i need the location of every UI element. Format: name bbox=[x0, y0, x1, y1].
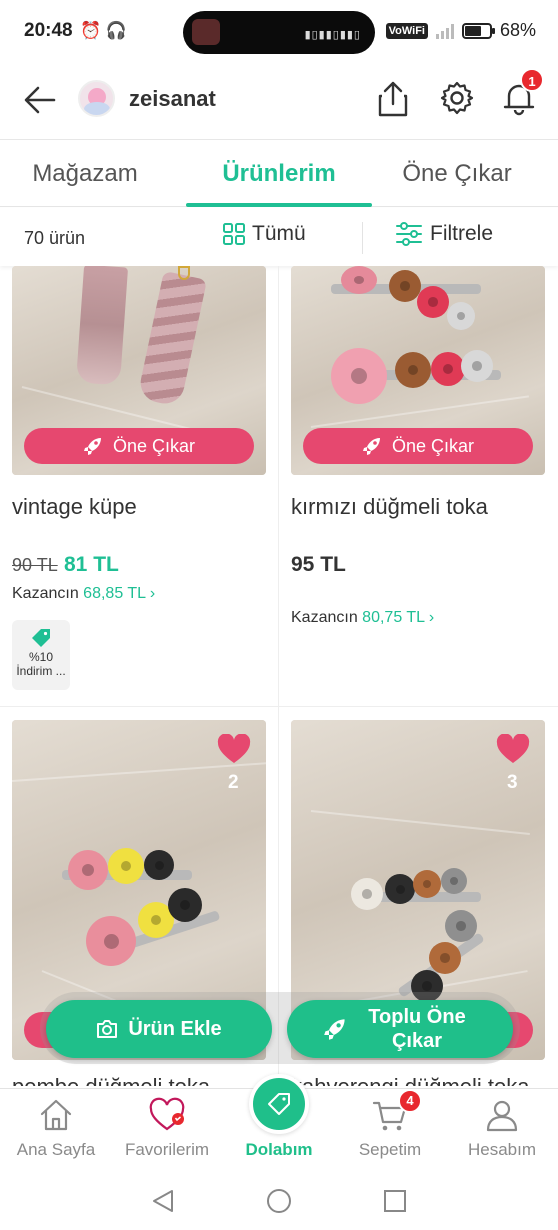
signal-icon bbox=[435, 23, 454, 39]
nav-account[interactable]: Hesabım bbox=[446, 1089, 558, 1169]
product-count: 70 ürün bbox=[24, 228, 86, 248]
rocket-icon bbox=[362, 438, 380, 455]
row-divider bbox=[0, 706, 558, 707]
system-back-icon[interactable] bbox=[150, 1188, 176, 1214]
camera-icon bbox=[97, 1020, 118, 1038]
earring-hook bbox=[178, 266, 190, 280]
back-arrow-icon[interactable] bbox=[22, 82, 58, 118]
earning-info[interactable]: Kazancın 68,85 TL › bbox=[12, 585, 155, 603]
nav-home[interactable]: Ana Sayfa bbox=[0, 1089, 112, 1169]
product-title[interactable]: kırmızı düğmeli toka bbox=[291, 494, 488, 520]
rocket-icon bbox=[83, 438, 101, 455]
bulk-promote-button[interactable]: Toplu Öne Çıkar bbox=[287, 1000, 513, 1058]
active-tab-indicator bbox=[186, 203, 372, 207]
closet-center-button[interactable] bbox=[249, 1074, 309, 1134]
status-bar: 20:48 ⏰ 🎧 ▮▯▮▮▯▮▮▯ VoWiFi 68% bbox=[0, 0, 558, 64]
price: 95 TL bbox=[291, 553, 346, 576]
discounted-price: 81 TL bbox=[64, 553, 119, 576]
status-right: VoWiFi 68% bbox=[385, 20, 536, 41]
battery-icon bbox=[461, 22, 495, 39]
app-bar: zeisanat 1 bbox=[0, 64, 558, 140]
product-title[interactable]: kahverengi düğmeli toka bbox=[291, 1074, 529, 1086]
product-title[interactable]: pembe düğmeli toka bbox=[12, 1074, 210, 1086]
notification-count-badge: 1 bbox=[520, 68, 544, 92]
home-icon bbox=[40, 1099, 72, 1131]
add-product-button[interactable]: Ürün Ekle bbox=[46, 1000, 272, 1058]
nav-cart[interactable]: 4 Sepetim bbox=[334, 1089, 446, 1169]
grid-icon bbox=[223, 223, 245, 245]
divider bbox=[362, 222, 363, 254]
heart-icon bbox=[149, 1097, 185, 1131]
vowifi-badge: VoWiFi bbox=[385, 22, 428, 39]
favorite-heart-icon[interactable] bbox=[496, 734, 530, 764]
rocket-icon bbox=[324, 1019, 345, 1040]
filter-label: Filtrele bbox=[430, 222, 494, 245]
column-divider bbox=[278, 266, 279, 1086]
filter-bar: 70 ürün Tümü Filtrele bbox=[0, 208, 558, 266]
dynamic-island: ▮▯▮▮▯▮▮▯ bbox=[183, 11, 375, 54]
tag-icon bbox=[268, 1093, 290, 1115]
all-categories-button[interactable]: Tümü bbox=[222, 222, 306, 246]
audio-wave-icon: ▮▯▮▮▯▮▮▯ bbox=[304, 29, 361, 41]
earring-left bbox=[75, 266, 129, 386]
tab-one-cikar[interactable]: Öne Çıkar bbox=[372, 141, 542, 207]
product-grid: Öne Çıkar vintage küpe 90 TL 81 TL Kazan… bbox=[0, 266, 558, 1086]
system-navigation bbox=[0, 1170, 558, 1230]
battery-percent: 68% bbox=[499, 20, 536, 40]
price-tag-icon bbox=[32, 629, 50, 647]
filter-sliders-icon bbox=[396, 222, 422, 246]
all-label: Tümü bbox=[252, 222, 306, 245]
promote-button[interactable]: Öne Çıkar bbox=[24, 428, 254, 464]
alarm-headphones-icons: ⏰ 🎧 bbox=[80, 21, 128, 40]
media-thumbnail bbox=[192, 19, 220, 45]
discount-card[interactable]: %10 İndirim ... bbox=[12, 620, 70, 690]
product-title[interactable]: vintage küpe bbox=[12, 494, 137, 520]
settings-gear-icon[interactable] bbox=[439, 80, 475, 116]
promote-button[interactable]: Öne Çıkar bbox=[303, 428, 533, 464]
earning-info[interactable]: Kazancın 80,75 TL › bbox=[291, 609, 434, 627]
discount-percent: %10 bbox=[28, 650, 54, 664]
old-price: 90 TL bbox=[12, 555, 58, 575]
share-icon[interactable] bbox=[376, 80, 410, 118]
tab-magazam[interactable]: Mağazam bbox=[0, 141, 170, 207]
favorite-heart-icon[interactable] bbox=[217, 734, 251, 764]
discount-label: İndirim ... bbox=[16, 664, 66, 678]
store-avatar[interactable] bbox=[78, 80, 115, 117]
user-icon bbox=[486, 1100, 518, 1132]
system-recents-icon[interactable] bbox=[383, 1189, 407, 1213]
like-count: 3 bbox=[507, 772, 518, 793]
store-name[interactable]: zeisanat bbox=[129, 86, 216, 112]
tab-urunlerim[interactable]: Ürünlerim bbox=[186, 141, 372, 207]
system-home-icon[interactable] bbox=[266, 1188, 292, 1214]
nav-favorites[interactable]: Favorilerim bbox=[111, 1089, 223, 1169]
store-tabs: Mağazam Ürünlerim Öne Çıkar bbox=[0, 141, 558, 207]
status-time: 20:48 bbox=[24, 20, 73, 41]
cart-count-badge: 4 bbox=[398, 1089, 422, 1113]
like-count: 2 bbox=[228, 772, 239, 793]
filter-button[interactable]: Filtrele bbox=[396, 222, 493, 246]
